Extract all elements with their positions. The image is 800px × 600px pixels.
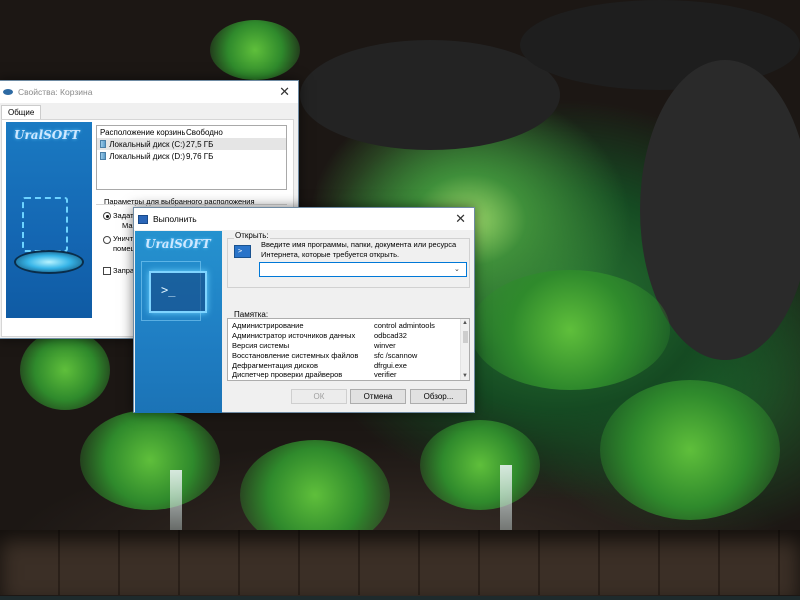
memo-item-name: Версия системы bbox=[232, 340, 290, 350]
memo-item-name: Дефрагментация дисков bbox=[232, 360, 318, 370]
run-dialog: Выполнить ✕ UralSOFT >_ Открыть: > Введи… bbox=[133, 207, 475, 413]
run-instructions: Введите имя программы, папки, документа … bbox=[261, 240, 457, 259]
memo-item-command: sfc /scannow bbox=[374, 350, 418, 360]
list-item[interactable]: Диспетчер проверки драйверов verifier bbox=[232, 370, 460, 380]
memo-item-command: verifier bbox=[374, 370, 397, 380]
waterfall bbox=[500, 465, 512, 535]
run-title: Выполнить bbox=[153, 214, 197, 224]
memo-item-command: control admintools bbox=[374, 321, 435, 331]
console-icon: >_ bbox=[149, 271, 207, 313]
drive-free: 27,5 ГБ bbox=[186, 139, 214, 149]
scroll-down-icon[interactable]: ▼ bbox=[462, 373, 468, 379]
properties-title: Свойства: Корзина bbox=[18, 87, 93, 97]
fern-decoration bbox=[600, 380, 780, 520]
open-label: Открыть: bbox=[234, 231, 270, 240]
confirm-delete-label: Запра bbox=[113, 266, 135, 275]
tab-strip: Общие bbox=[1, 105, 42, 120]
memo-list[interactable]: Администрирование control admintools Адми… bbox=[227, 318, 470, 381]
properties-titlebar[interactable]: Свойства: Корзина ✕ bbox=[0, 81, 298, 103]
brand-logo: UralSOFT bbox=[14, 128, 80, 142]
wooden-floor bbox=[0, 530, 800, 595]
bin-locations-list[interactable]: Расположение корзины Свободно Локальный … bbox=[96, 125, 287, 190]
list-item[interactable]: Дефрагментация дисков dfrgui.exe bbox=[232, 360, 460, 370]
brand-banner: UralSOFT bbox=[6, 122, 92, 318]
memo-item-name: Диспетчер проверки драйверов bbox=[232, 370, 343, 380]
brand-logo: UralSOFT bbox=[145, 237, 211, 251]
run-icon bbox=[138, 214, 148, 224]
delete-immediately-label: Уничт bbox=[113, 234, 134, 243]
list-item[interactable]: Локальный диск (C:) 27,5 ГБ bbox=[97, 138, 286, 150]
cave-rock bbox=[300, 40, 560, 150]
custom-size-radio[interactable] bbox=[103, 212, 111, 220]
list-item[interactable]: Версия системы winver bbox=[232, 341, 460, 351]
max-size-label: Ма bbox=[122, 221, 133, 230]
waterfall bbox=[170, 470, 182, 530]
drive-name: Локальный диск (C:) bbox=[109, 139, 185, 149]
fern-decoration bbox=[420, 420, 540, 510]
browse-button[interactable]: Обзор... bbox=[410, 389, 467, 404]
fern-decoration bbox=[80, 410, 220, 510]
params-group-divider bbox=[96, 204, 287, 205]
delete-immediately-radio[interactable] bbox=[103, 236, 111, 244]
fern-decoration bbox=[210, 20, 300, 80]
column-header-free[interactable]: Свободно bbox=[185, 128, 223, 137]
confirm-delete-checkbox[interactable] bbox=[103, 267, 111, 275]
memo-item-name: Администратор источников данных bbox=[232, 331, 356, 341]
memo-item-command: dfrgui.exe bbox=[374, 360, 407, 370]
scroll-thumb[interactable] bbox=[463, 331, 468, 343]
close-icon[interactable]: ✕ bbox=[455, 211, 466, 227]
memo-item-name: Администрирование bbox=[232, 321, 304, 331]
recycle-bin-icon bbox=[3, 89, 13, 95]
list-item[interactable]: Администратор источников данных odbcad32 bbox=[232, 331, 460, 341]
command-input[interactable] bbox=[259, 262, 467, 277]
taskbar-edge bbox=[0, 596, 800, 600]
chevron-down-icon[interactable]: ⌄ bbox=[454, 265, 460, 273]
list-item[interactable]: Администрирование control admintools bbox=[232, 321, 460, 331]
close-icon[interactable]: ✕ bbox=[279, 84, 290, 100]
ok-button[interactable]: ОК bbox=[291, 389, 347, 404]
run-prompt-icon: > bbox=[234, 245, 251, 258]
fern-decoration bbox=[470, 270, 670, 390]
glowing-disc-graphic bbox=[14, 250, 84, 274]
scroll-up-icon[interactable]: ▲ bbox=[462, 320, 468, 326]
tab-general[interactable]: Общие bbox=[1, 105, 42, 119]
drive-icon bbox=[100, 152, 107, 160]
list-item[interactable]: Восстановление системных файлов sfc /scan… bbox=[232, 350, 460, 360]
run-titlebar[interactable]: Выполнить ✕ bbox=[134, 208, 474, 230]
drive-free: 9,76 ГБ bbox=[186, 151, 214, 161]
memo-scrollbar[interactable]: ▲ ▼ bbox=[460, 319, 469, 380]
drive-icon bbox=[100, 140, 107, 148]
run-brand-banner: UralSOFT >_ bbox=[135, 231, 222, 413]
recycle-bin-graphic-icon bbox=[22, 197, 68, 252]
list-item[interactable]: Локальный диск (D:) 9,76 ГБ bbox=[97, 150, 286, 162]
memo-item-command: winver bbox=[374, 340, 396, 350]
column-header-location[interactable]: Расположение корзины bbox=[100, 128, 185, 137]
fern-decoration bbox=[20, 330, 110, 410]
memo-item-command: odbcad32 bbox=[374, 331, 407, 341]
memo-item-name: Восстановление системных файлов bbox=[232, 350, 359, 360]
cancel-button[interactable]: Отмена bbox=[350, 389, 406, 404]
drive-name: Локальный диск (D:) bbox=[109, 151, 185, 161]
list-header: Расположение корзины Свободно bbox=[97, 126, 286, 138]
custom-size-label: Задат bbox=[113, 211, 134, 220]
